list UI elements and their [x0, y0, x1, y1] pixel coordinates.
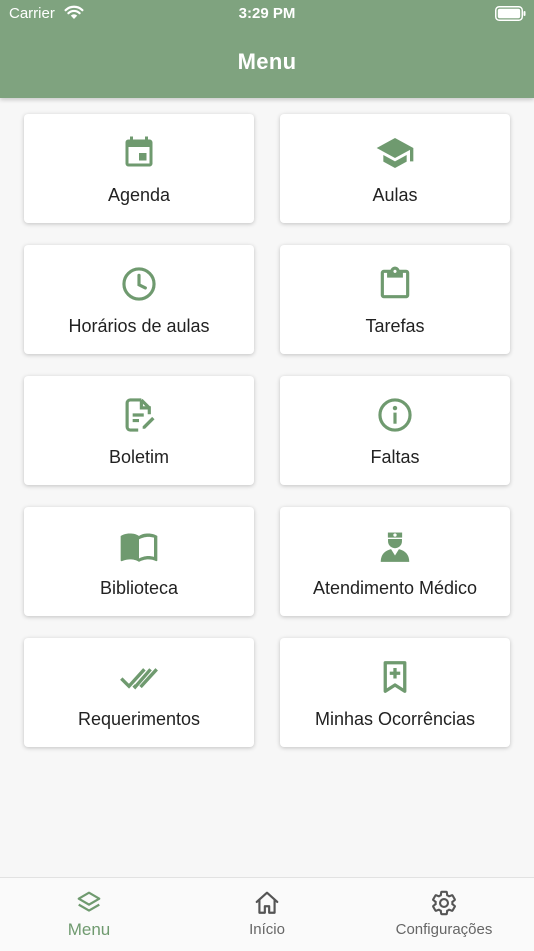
- tab-label: Menu: [67, 920, 111, 939]
- menu-card-biblioteca[interactable]: Biblioteca: [24, 507, 254, 616]
- gear-icon: [430, 889, 458, 917]
- info-icon: [375, 395, 415, 435]
- layers-icon: [76, 889, 102, 917]
- menu-card-label: Minhas Ocorrências: [314, 709, 476, 729]
- menu-card-horarios[interactable]: Horários de aulas: [24, 245, 254, 354]
- menu-card-label: Tarefas: [365, 316, 425, 336]
- bookmark-plus-icon: [375, 657, 415, 697]
- menu-card-label: Horários de aulas: [68, 316, 210, 336]
- menu-card-faltas[interactable]: Faltas: [280, 376, 510, 485]
- menu-card-atendimento-medico[interactable]: Atendimento Médico: [280, 507, 510, 616]
- menu-card-label: Biblioteca: [99, 578, 179, 598]
- graduation-cap-icon: [375, 133, 415, 173]
- book-icon: [119, 526, 159, 566]
- clock-icon: [119, 264, 159, 304]
- menu-card-label: Atendimento Médico: [312, 578, 478, 598]
- app-header: Carrier 3:29 PM Menu: [0, 0, 534, 98]
- menu-card-label: Faltas: [370, 447, 420, 467]
- tab-label: Início: [249, 921, 285, 938]
- battery-icon: [495, 6, 527, 26]
- menu-card-aulas[interactable]: Aulas: [280, 114, 510, 223]
- menu-card-label: Agenda: [107, 185, 171, 205]
- tab-label: Configurações: [395, 921, 493, 938]
- menu-card-minhas-ocorrencias[interactable]: Minhas Ocorrências: [280, 638, 510, 747]
- menu-card-boletim[interactable]: Boletim: [24, 376, 254, 485]
- tab-inicio[interactable]: Início: [227, 878, 307, 951]
- menu-card-requerimentos[interactable]: Requerimentos: [24, 638, 254, 747]
- doctor-icon: [375, 526, 415, 566]
- menu-grid: Agenda Aulas Horários de aulas Tarefas B…: [24, 114, 510, 747]
- report-edit-icon: [119, 395, 159, 435]
- tab-bar: Menu Início Configurações: [0, 877, 534, 951]
- double-check-icon: [119, 657, 159, 697]
- menu-card-tarefas[interactable]: Tarefas: [280, 245, 510, 354]
- status-bar: Carrier 3:29 PM: [0, 0, 534, 28]
- menu-card-label: Boletim: [108, 447, 170, 467]
- calendar-icon: [119, 133, 159, 173]
- home-icon: [254, 889, 280, 917]
- tab-configuracoes[interactable]: Configurações: [389, 878, 499, 951]
- menu-card-label: Requerimentos: [77, 709, 201, 729]
- tab-menu[interactable]: Menu: [49, 878, 129, 951]
- clipboard-icon: [375, 264, 415, 304]
- status-time: 3:29 PM: [238, 5, 296, 22]
- page-title: Menu: [237, 49, 297, 74]
- menu-card-agenda[interactable]: Agenda: [24, 114, 254, 223]
- menu-card-label: Aulas: [372, 185, 418, 205]
